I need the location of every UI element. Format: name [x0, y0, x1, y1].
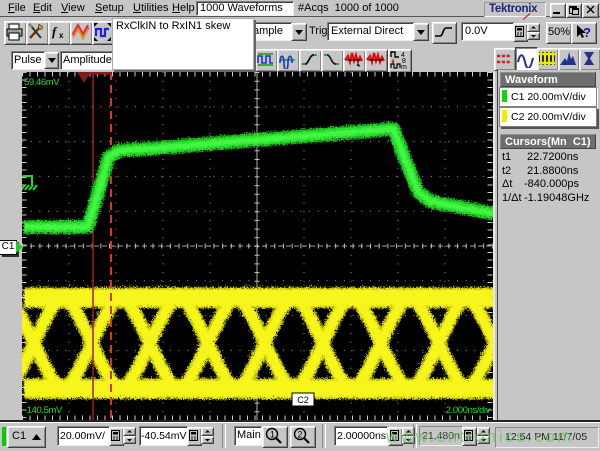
svg-text:?: ?: [583, 25, 591, 40]
svg-text:59.46mV: 59.46mV: [24, 77, 60, 88]
svg-text:m: m: [401, 64, 407, 70]
svg-text:f: f: [52, 24, 58, 39]
svg-text:C2: C2: [297, 395, 309, 405]
svg-text:2: 2: [298, 430, 303, 440]
svg-text:x: x: [59, 31, 64, 40]
svg-text:1: 1: [270, 430, 275, 440]
svg-text:2.000ns/div: 2.000ns/div: [446, 405, 491, 416]
svg-text:-140.5mV: -140.5mV: [24, 405, 63, 416]
